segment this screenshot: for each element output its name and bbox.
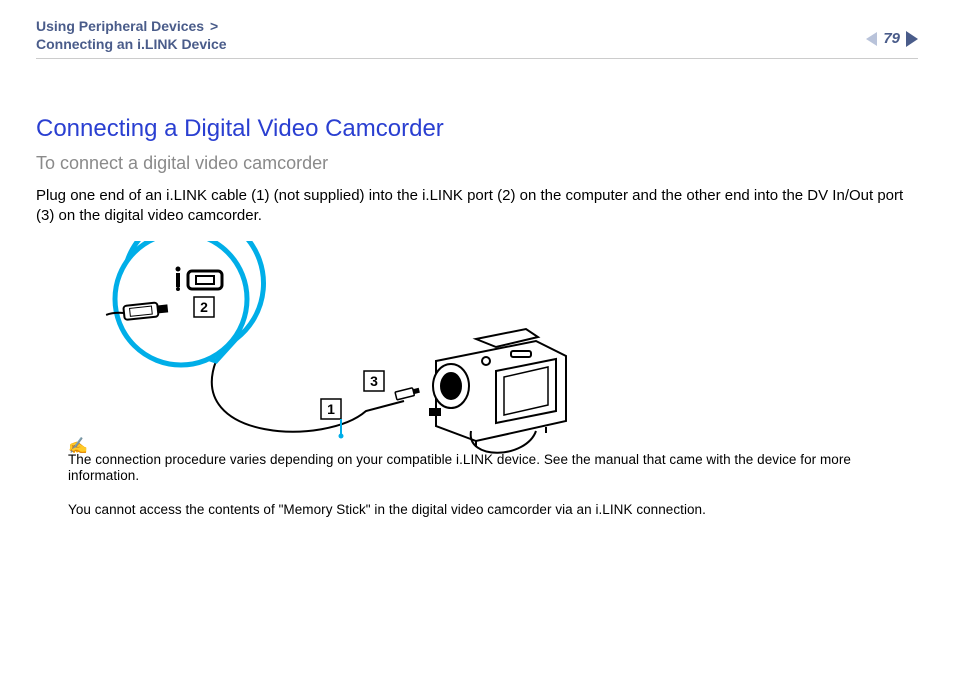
notes: The connection procedure varies dependin… — [68, 452, 908, 537]
breadcrumb-line1: Using Peripheral Devices — [36, 18, 204, 34]
note-line-2: You cannot access the contents of "Memor… — [68, 502, 908, 518]
lead-paragraph: Plug one end of an i.LINK cable (1) (not… — [36, 186, 918, 227]
breadcrumb-line2: Connecting an i.LINK Device — [36, 36, 227, 52]
breadcrumb: Using Peripheral Devices > Connecting an… — [36, 18, 918, 53]
illustration-svg: 2 1 3 — [66, 241, 626, 461]
callout-3: 3 — [364, 371, 384, 391]
callout-2: 2 — [194, 297, 214, 317]
page-subtitle: To connect a digital video camcorder — [36, 153, 918, 174]
page-number: 79 — [881, 30, 902, 47]
svg-text:3: 3 — [370, 373, 378, 389]
svg-text:1: 1 — [327, 401, 335, 417]
page-number-area: 79 — [866, 30, 918, 47]
connection-illustration: 2 1 3 — [66, 241, 626, 461]
header-rule — [36, 58, 918, 59]
callout-1: 1 — [321, 399, 344, 439]
body: Connecting a Digital Video Camcorder To … — [36, 115, 918, 465]
page: Using Peripheral Devices > Connecting an… — [0, 0, 954, 674]
prev-page-icon[interactable] — [866, 32, 877, 46]
breadcrumb-separator: > — [208, 18, 220, 34]
header: Using Peripheral Devices > Connecting an… — [36, 18, 918, 53]
note-line-1: The connection procedure varies dependin… — [68, 452, 908, 484]
page-title: Connecting a Digital Video Camcorder — [36, 115, 918, 143]
next-page-icon[interactable] — [906, 31, 918, 47]
svg-text:2: 2 — [200, 299, 208, 315]
